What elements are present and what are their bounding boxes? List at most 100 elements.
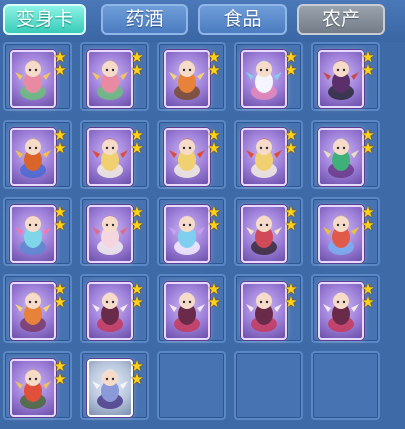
inventory-slot[interactable]: ★ ★ (157, 274, 226, 343)
figure-shape (323, 72, 331, 80)
figure-shape (120, 304, 128, 312)
tab-farm-produce[interactable]: 农产 (297, 4, 385, 35)
figure-shape (342, 300, 346, 304)
star-icon: ★ (207, 293, 221, 311)
inventory-grid: ★ ★ ★ ★ ★ ★ ★ ★ ★ ★ ★ ★ ★ ★ ★ ★ ★ ★ ★ ★ ★ ★ ★ ★ ★ ★ ★ ★ ★ ★ ★ ★ ★ ★ ★ ★ ★ ★ ★ ★… (0, 40, 405, 429)
character-portrait (169, 215, 205, 255)
figure-shape (182, 146, 186, 150)
character-portrait (15, 138, 51, 178)
star-icon: ★ (130, 370, 144, 388)
card-dark-rider[interactable] (318, 50, 364, 108)
tab-food[interactable]: 食品 (198, 4, 287, 35)
card-gold-general-1[interactable] (87, 128, 133, 186)
inventory-slot[interactable]: ★ ★ (234, 120, 303, 189)
figure-shape (351, 304, 359, 312)
inventory-slot[interactable]: ★ ★ (80, 197, 149, 266)
figure-shape (336, 146, 340, 150)
figure-shape (169, 72, 177, 80)
inventory-slot[interactable]: ★ ★ (157, 197, 226, 266)
card-bat-maiden-4[interactable] (318, 282, 364, 340)
card-bunny-fairy[interactable] (241, 50, 287, 108)
figure-shape (259, 300, 263, 304)
card-gold-general-2[interactable] (164, 128, 210, 186)
figure-shape (43, 304, 51, 312)
star-icon: ★ (130, 216, 144, 234)
figure-shape (246, 72, 254, 80)
empty-slot[interactable] (234, 351, 303, 420)
figure-shape (120, 150, 128, 158)
card-bat-maiden-2[interactable] (164, 282, 210, 340)
star-icon: ★ (53, 370, 67, 388)
figure-shape (120, 227, 128, 235)
inventory-slot[interactable]: ★ ★ (157, 42, 226, 111)
card-fire-warrior[interactable] (10, 128, 56, 186)
card-gold-general-3[interactable] (241, 128, 287, 186)
inventory-slot[interactable]: ★ ★ (80, 274, 149, 343)
figure-shape (256, 216, 272, 232)
inventory-slot[interactable]: ★ ★ (80, 351, 149, 420)
inventory-slot[interactable]: ★ ★ (234, 42, 303, 111)
empty-slot[interactable] (311, 351, 380, 420)
figure-shape (182, 223, 186, 227)
card-orange-fighter[interactable] (10, 282, 56, 340)
figure-shape (188, 223, 192, 227)
card-phoenix-archer[interactable] (318, 205, 364, 263)
inventory-slot[interactable]: ★ ★ (311, 274, 380, 343)
figure-shape (188, 68, 192, 72)
empty-slot[interactable] (157, 351, 226, 420)
figure-shape (265, 146, 269, 150)
card-bat-maiden-3[interactable] (241, 282, 287, 340)
figure-shape (105, 223, 109, 227)
star-icon: ★ (53, 216, 67, 234)
figure-shape (323, 227, 331, 235)
figure-shape (246, 227, 254, 235)
card-pink-dragon-1[interactable] (10, 50, 56, 108)
figure-shape (336, 300, 340, 304)
card-red-dancer[interactable] (241, 205, 287, 263)
inventory-slot[interactable]: ★ ★ (3, 274, 72, 343)
card-water-maiden[interactable] (164, 205, 210, 263)
inventory-slot[interactable]: ★ ★ (80, 42, 149, 111)
figure-shape (105, 300, 109, 304)
figure-shape (333, 139, 349, 155)
figure-shape (333, 216, 349, 232)
inventory-slot[interactable]: ★ ★ (3, 120, 72, 189)
inventory-slot[interactable]: ★ ★ (3, 197, 72, 266)
card-ice-wolf[interactable] (87, 359, 133, 417)
figure-shape (102, 293, 118, 309)
figure-shape (246, 304, 254, 312)
inventory-slot[interactable]: ★ ★ (234, 274, 303, 343)
card-red-monkey[interactable] (10, 359, 56, 417)
inventory-slot[interactable]: ★ ★ (311, 120, 380, 189)
figure-shape (25, 216, 41, 232)
character-portrait (246, 60, 282, 100)
figure-shape (120, 381, 128, 389)
figure-shape (28, 300, 32, 304)
figure-shape (25, 370, 41, 386)
inventory-slot[interactable]: ★ ★ (157, 120, 226, 189)
star-icon: ★ (284, 293, 298, 311)
inventory-slot[interactable]: ★ ★ (311, 42, 380, 111)
figure-shape (111, 68, 115, 72)
figure-shape (25, 293, 41, 309)
card-jade-sage[interactable] (318, 128, 364, 186)
inventory-slot[interactable]: ★ ★ (80, 120, 149, 189)
figure-shape (105, 146, 109, 150)
figure-shape (256, 139, 272, 155)
inventory-slot[interactable]: ★ ★ (234, 197, 303, 266)
card-pink-dragon-2[interactable] (87, 50, 133, 108)
figure-shape (43, 381, 51, 389)
figure-shape (102, 370, 118, 386)
inventory-slot[interactable]: ★ ★ (311, 197, 380, 266)
inventory-slot[interactable]: ★ ★ (3, 351, 72, 420)
card-butterfly-spirit[interactable] (10, 205, 56, 263)
card-orange-warrior[interactable] (164, 50, 210, 108)
figure-shape (28, 223, 32, 227)
inventory-slot[interactable]: ★ ★ (3, 42, 72, 111)
character-portrait (246, 292, 282, 332)
figure-shape (323, 150, 331, 158)
card-bat-maiden-1[interactable] (87, 282, 133, 340)
tab-medicine-wine[interactable]: 药酒 (101, 4, 188, 35)
tab-transform-card[interactable]: 变身卡 (3, 4, 86, 35)
card-rabbit-dancer[interactable] (87, 205, 133, 263)
